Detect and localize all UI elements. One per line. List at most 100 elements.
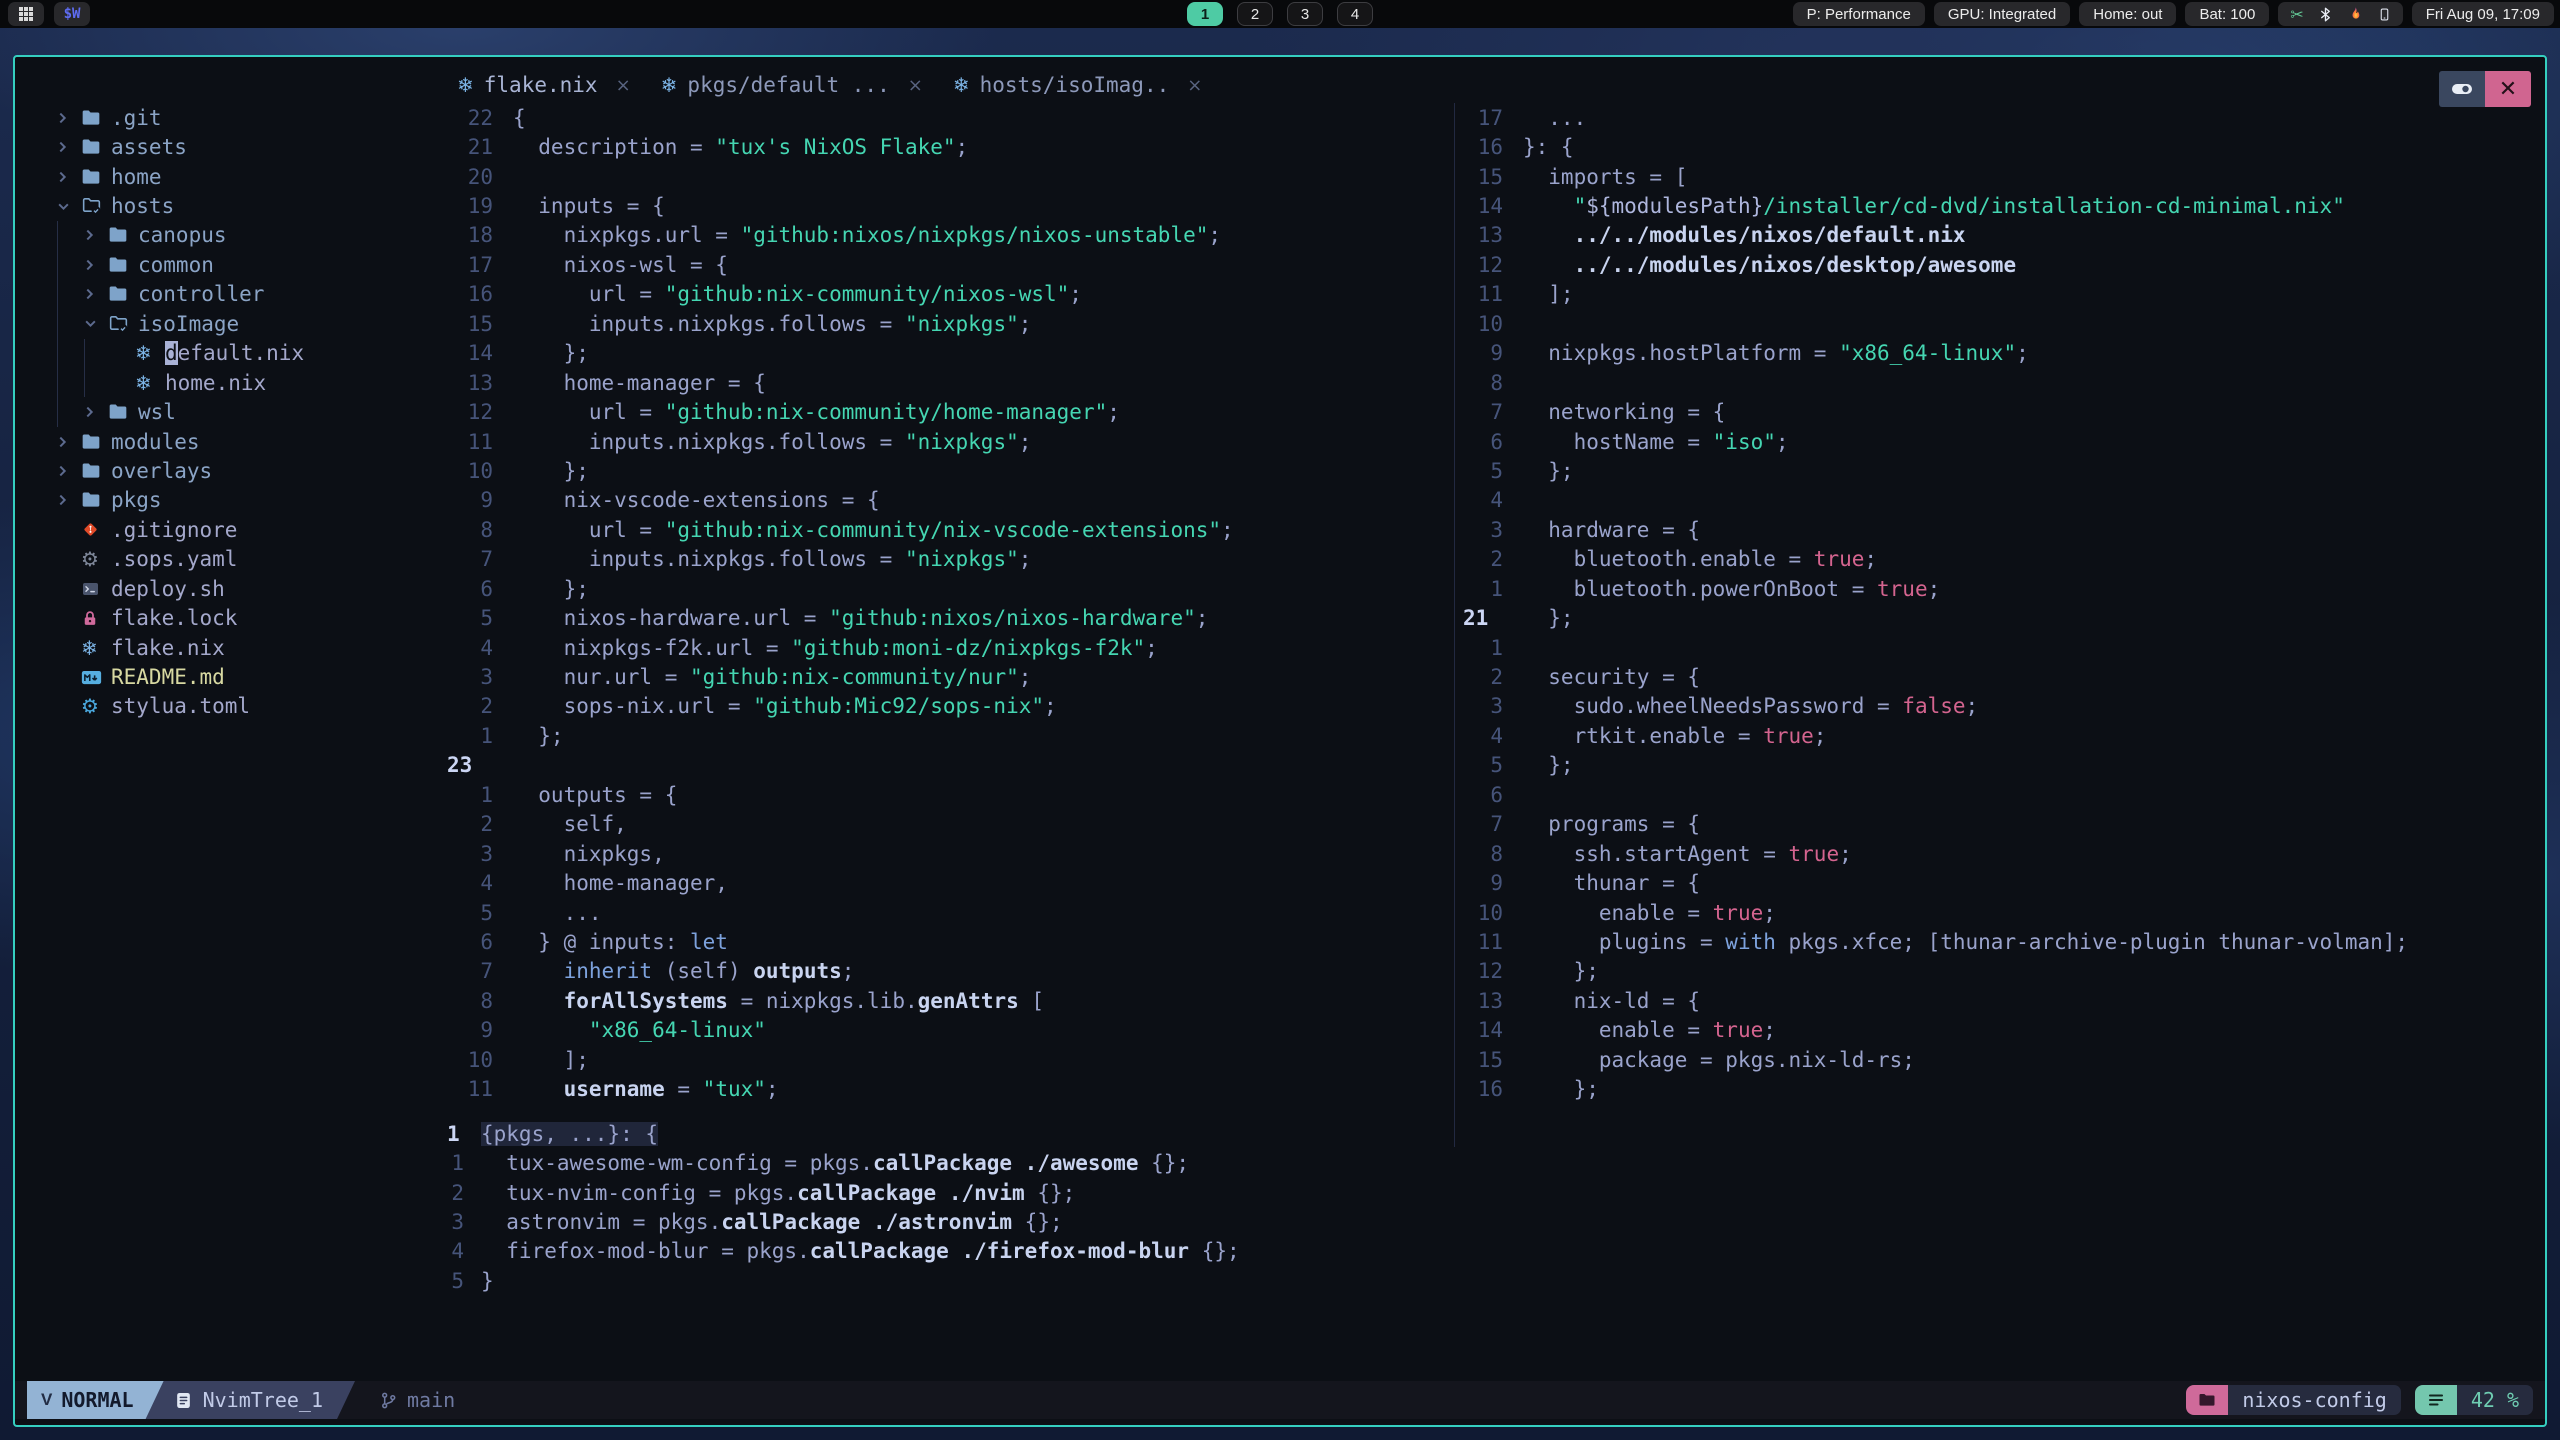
code-line[interactable]: 13 nix-ld = { [1459, 986, 2537, 1015]
workspace-3[interactable]: 3 [1287, 2, 1323, 26]
code-line[interactable]: 7 networking = { [1459, 397, 2537, 426]
tab-close-icon[interactable]: × [1187, 75, 1202, 96]
workspace-1[interactable]: 1 [1187, 2, 1223, 26]
code-line[interactable]: 15 imports = [ [1459, 162, 2537, 191]
code-line[interactable]: 1 }; [443, 721, 1451, 750]
phone-icon[interactable] [2378, 6, 2391, 23]
code-line[interactable]: 16 url = "github:nix-community/nixos-wsl… [443, 280, 1451, 309]
code-line[interactable]: 8 forAllSystems = nixpkgs.lib.genAttrs [ [443, 986, 1451, 1015]
chevron-right-icon[interactable] [84, 228, 108, 242]
chevron-right-icon[interactable] [84, 287, 108, 301]
code-line[interactable]: 17 ... [1459, 103, 2537, 132]
tree-item-home-nix[interactable]: ❄ home.nix [23, 367, 453, 398]
power-profile-pill[interactable]: P: Performance [1792, 2, 1925, 26]
close-button[interactable]: ✕ [2485, 71, 2531, 107]
tree-item-wsl[interactable]: wsl [23, 397, 453, 427]
bluetooth-icon[interactable] [2318, 6, 2333, 23]
chevron-right-icon[interactable] [57, 111, 81, 125]
apps-grid-icon[interactable] [8, 2, 44, 26]
code-line[interactable]: 21 description = "tux's NixOS Flake"; [443, 132, 1451, 161]
scissors-icon[interactable]: ✂ [2290, 5, 2303, 24]
code-line[interactable]: 5 }; [1459, 456, 2537, 485]
code-line[interactable]: 5 }; [1459, 751, 2537, 780]
code-line[interactable]: 20 [443, 162, 1451, 191]
code-line[interactable]: 4 firefox-mod-blur = pkgs.callPackage ./… [443, 1237, 2533, 1266]
tree-item-modules[interactable]: modules [23, 427, 453, 456]
tab-close-icon[interactable]: × [616, 75, 631, 96]
code-line[interactable]: 16 }; [1459, 1074, 2537, 1103]
tree-item-canopus[interactable]: canopus [23, 220, 453, 251]
workspace-2[interactable]: 2 [1237, 2, 1273, 26]
code-line[interactable]: 14 "${modulesPath}/installer/cd-dvd/inst… [1459, 191, 2537, 220]
code-line[interactable]: 8 ssh.startAgent = true; [1459, 839, 2537, 868]
toggle-button[interactable] [2439, 71, 2485, 107]
tab-flake-nix[interactable]: ❄ flake.nix × [457, 73, 631, 97]
code-line[interactable]: 8 [1459, 368, 2537, 397]
home-pill[interactable]: Home: out [2079, 2, 2177, 26]
code-line[interactable]: 5 ... [443, 898, 1451, 927]
tree-item--git[interactable]: .git [23, 103, 453, 132]
chevron-right-icon[interactable] [84, 405, 108, 419]
tree-item-controller[interactable]: controller [23, 279, 453, 310]
flame-icon[interactable] [2347, 6, 2364, 23]
code-line[interactable]: 10 enable = true; [1459, 898, 2537, 927]
code-line[interactable]: 3 hardware = { [1459, 515, 2537, 544]
code-line[interactable]: 10 }; [443, 456, 1451, 485]
code-line[interactable]: 13 home-manager = { [443, 368, 1451, 397]
tree-item-pkgs[interactable]: pkgs [23, 486, 453, 515]
chevron-right-icon[interactable] [57, 464, 81, 478]
code-line[interactable]: 12 }; [1459, 957, 2537, 986]
code-line[interactable]: 2 security = { [1459, 662, 2537, 691]
chevron-down-icon[interactable] [84, 317, 108, 330]
code-line[interactable]: 5} [443, 1266, 2533, 1295]
code-line[interactable]: 7 inherit (self) outputs; [443, 957, 1451, 986]
code-line[interactable]: 6 hostName = "iso"; [1459, 427, 2537, 456]
code-line[interactable]: 1 bluetooth.powerOnBoot = true; [1459, 574, 2537, 603]
tree-item--gitignore[interactable]: .gitignore [23, 515, 453, 544]
tree-item-common[interactable]: common [23, 250, 453, 280]
code-line[interactable]: 4 rtkit.enable = true; [1459, 721, 2537, 750]
code-line-cursor[interactable]: 21 }; [1459, 603, 2537, 632]
code-line[interactable]: 10 ]; [443, 1045, 1451, 1074]
code-line[interactable]: 8 url = "github:nix-community/nix-vscode… [443, 515, 1451, 544]
code-line[interactable]: 4 home-manager, [443, 868, 1451, 897]
code-line[interactable]: 1 outputs = { [443, 780, 1451, 809]
code-line[interactable]: 4 nixpkgs-f2k.url = "github:moni-dz/nixp… [443, 633, 1451, 662]
code-line[interactable]: 5 nixos-hardware.url = "github:nixos/nix… [443, 603, 1451, 632]
tree-item-readme-md[interactable]: README.md [23, 662, 453, 691]
code-line[interactable]: 2 bluetooth.enable = true; [1459, 545, 2537, 574]
code-line[interactable]: 11 username = "tux"; [443, 1074, 1451, 1103]
code-line-cursor[interactable]: 23 [443, 751, 1451, 780]
tree-item-hosts[interactable]: hosts [23, 191, 453, 220]
code-line[interactable]: 1 [1459, 633, 2537, 662]
tree-item-flake-lock[interactable]: flake.lock [23, 603, 453, 632]
code-line[interactable]: 3 astronvim = pkgs.callPackage ./astronv… [443, 1207, 2533, 1236]
code-line[interactable]: 6 } @ inputs: let [443, 927, 1451, 956]
tree-item-isoimage[interactable]: isoImage [23, 309, 453, 339]
tab-pkgs-default[interactable]: ❄ pkgs/default ... × [661, 73, 923, 97]
window-separator[interactable] [1454, 103, 1455, 1147]
code-line[interactable]: 11 plugins = with pkgs.xfce; [thunar-arc… [1459, 927, 2537, 956]
chevron-right-icon[interactable] [57, 170, 81, 184]
tree-item--sops-yaml[interactable]: ⚙ .sops.yaml [23, 545, 453, 574]
code-line[interactable]: 12 url = "github:nix-community/home-mana… [443, 397, 1451, 426]
tab-close-icon[interactable]: × [908, 75, 923, 96]
code-line[interactable]: 7 inputs.nixpkgs.follows = "nixpkgs"; [443, 545, 1451, 574]
code-line[interactable]: 12 ../../modules/nixos/desktop/awesome [1459, 250, 2537, 279]
code-line[interactable]: 15 inputs.nixpkgs.follows = "nixpkgs"; [443, 309, 1451, 338]
code-line[interactable]: 14 enable = true; [1459, 1016, 2537, 1045]
code-line[interactable]: 10 [1459, 309, 2537, 338]
gpu-pill[interactable]: GPU: Integrated [1933, 2, 2071, 26]
tree-item-home[interactable]: home [23, 162, 453, 191]
code-line[interactable]: 9 thunar = { [1459, 868, 2537, 897]
code-line[interactable]: 3 nixpkgs, [443, 839, 1451, 868]
chevron-right-icon[interactable] [57, 493, 81, 507]
tree-item-overlays[interactable]: overlays [23, 456, 453, 485]
code-line[interactable]: 4 [1459, 486, 2537, 515]
code-line[interactable]: 9 nix-vscode-extensions = { [443, 486, 1451, 515]
clock[interactable]: Fri Aug 09, 17:09 [2411, 2, 2554, 26]
code-line[interactable]: 9 nixpkgs.hostPlatform = "x86_64-linux"; [1459, 339, 2537, 368]
chevron-right-icon[interactable] [84, 258, 108, 272]
code-line[interactable]: 16}: { [1459, 132, 2537, 161]
code-line[interactable]: 18 nixpkgs.url = "github:nixos/nixpkgs/n… [443, 221, 1451, 250]
